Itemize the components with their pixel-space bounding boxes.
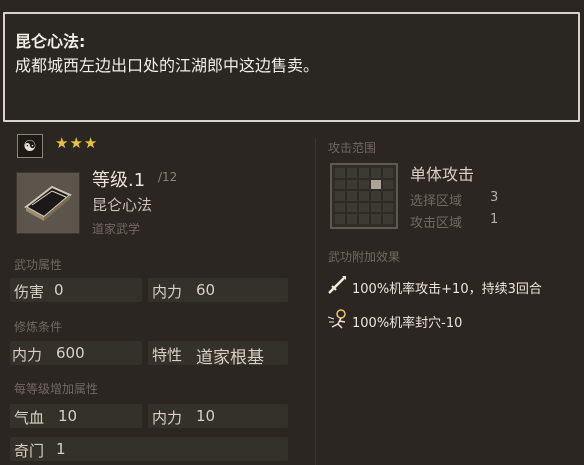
lvl-value-neili: 10: [196, 407, 216, 425]
tooltip-description: 成都城西左边出口处的江湖郎中这边售卖。: [15, 56, 320, 75]
grid-cell: [359, 202, 369, 213]
lvl-label-hp: 气血: [14, 409, 45, 427]
attr-value-neili: 60: [196, 281, 216, 299]
attr-value-damage: 0: [54, 281, 64, 299]
rarity-stars: ★★★: [55, 134, 99, 152]
effects-title: 武功附加效果: [328, 250, 401, 264]
sword-icon: [326, 274, 348, 296]
grid-cell: [359, 179, 369, 190]
skill-info-panel: ☯ ★★★ 等级.1 /12 昆仑心法 道家武学 武功属性 伤害 0 内力 60…: [10, 128, 300, 465]
skill-name: 昆仑心法: [92, 196, 153, 214]
book-icon[interactable]: [16, 172, 80, 234]
attributes-title: 武功属性: [14, 258, 63, 272]
grid-cell: [347, 214, 357, 224]
grid-cell: [359, 168, 369, 178]
grid-cell: [335, 191, 345, 201]
grid-cell: [335, 168, 345, 178]
req-value-trait: 道家根基: [196, 348, 264, 368]
grid-cell: [371, 214, 381, 224]
select-area-value: 3: [490, 190, 499, 205]
lvl-label-qimen: 奇门: [14, 442, 45, 460]
select-area-label: 选择区域: [410, 194, 463, 209]
yin-yang-icon: ☯: [17, 134, 43, 158]
grid-cell: [359, 214, 369, 224]
grid-cell: [347, 179, 357, 190]
attack-range-title: 攻击范围: [328, 141, 377, 155]
panel-divider: [315, 138, 316, 465]
attr-label-neili: 内力: [152, 283, 183, 301]
attack-area-value: 1: [490, 212, 499, 227]
attack-area-label: 攻击区域: [410, 216, 463, 231]
per-level-title: 每等级增加属性: [14, 382, 99, 396]
tooltip-title: 昆仑心法:: [15, 32, 86, 51]
grid-cell: [359, 191, 369, 201]
skill-level-max: /12: [158, 170, 178, 184]
grid-cell: [383, 168, 393, 178]
attack-type: 单体攻击: [410, 165, 475, 184]
grid-cell: [371, 168, 381, 178]
attack-range-grid: [330, 163, 398, 229]
skill-category: 道家武学: [92, 222, 141, 236]
grid-cell: [347, 191, 357, 201]
lvl-row-qimen: [10, 437, 288, 461]
effect-text-seal: 100%机率封穴-10: [352, 316, 463, 331]
acupoint-icon: [326, 307, 348, 329]
grid-cell: [335, 214, 345, 224]
grid-cell: [383, 191, 393, 201]
grid-cell: [371, 202, 381, 213]
grid-cell: [347, 202, 357, 213]
req-label-trait: 特性: [152, 346, 183, 364]
grid-cell: [383, 202, 393, 213]
requirements-title: 修炼条件: [14, 320, 63, 334]
lvl-label-neili: 内力: [152, 409, 183, 427]
grid-cell: [335, 179, 345, 190]
skill-level: 等级.1: [92, 170, 146, 191]
grid-cell: [371, 191, 381, 201]
grid-cell: [383, 179, 393, 190]
description-tooltip: 昆仑心法: 成都城西左边出口处的江湖郎中这边售卖。: [3, 12, 580, 122]
attr-label-damage: 伤害: [14, 283, 45, 301]
grid-cell: [383, 214, 393, 224]
req-label-neili: 内力: [12, 346, 43, 364]
req-value-neili: 600: [56, 344, 85, 362]
grid-cell: [335, 202, 345, 213]
grid-cell: [347, 168, 357, 178]
lvl-value-qimen: 1: [56, 440, 66, 458]
effect-text-attack: 100%机率攻击+10，持续3回合: [352, 282, 542, 297]
grid-cell-selected: [371, 179, 381, 190]
lvl-value-hp: 10: [58, 407, 78, 425]
